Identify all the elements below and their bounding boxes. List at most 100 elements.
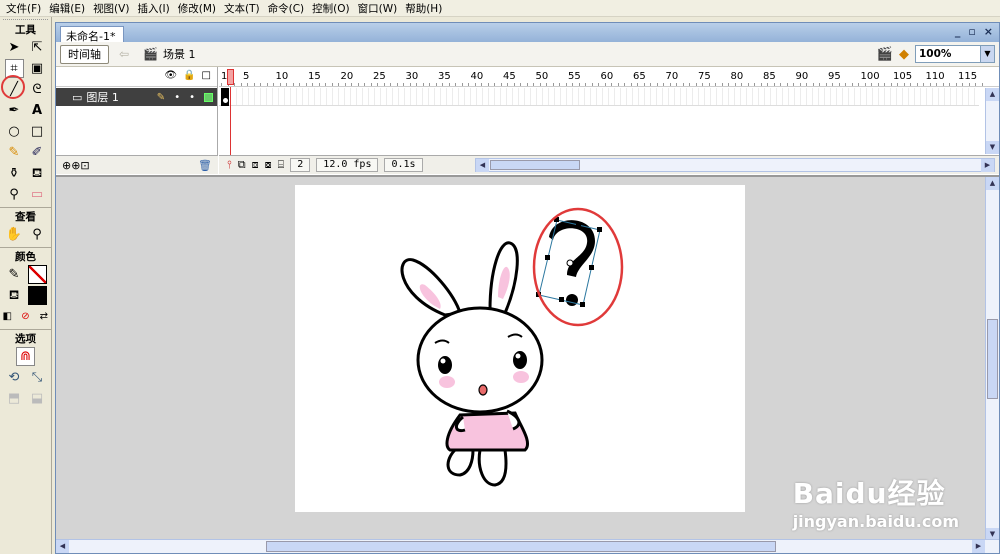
oval-tool-icon[interactable]: ○ xyxy=(5,122,24,141)
view-title: 查看 xyxy=(15,211,36,223)
question-dot xyxy=(566,294,578,306)
brush-tool-icon[interactable]: ✐ xyxy=(28,143,47,162)
lock-dot-icon[interactable]: • xyxy=(189,92,195,103)
scroll-thumb[interactable] xyxy=(266,541,776,552)
transform-handle xyxy=(580,302,585,307)
eraser-icon[interactable]: ▭ xyxy=(28,185,47,204)
timeline-vertical-scrollbar[interactable]: ▲ ▼ xyxy=(985,88,999,154)
chevron-down-icon[interactable]: ▼ xyxy=(980,46,994,62)
menu-file[interactable]: 文件(F) xyxy=(2,1,45,16)
timeline-toggle-button[interactable]: 时间轴 xyxy=(60,44,109,64)
left-cheek xyxy=(439,376,455,388)
back-arrow-icon[interactable]: ⇦ xyxy=(119,47,129,61)
envelope-icon[interactable]: ⬓ xyxy=(28,389,47,408)
edit-multiple-icon[interactable]: ⧇ xyxy=(265,158,272,172)
keyframe[interactable] xyxy=(221,88,229,106)
trash-icon[interactable]: 🗑 xyxy=(198,159,212,172)
menu-insert[interactable]: 插入(I) xyxy=(133,1,173,16)
edit-scene-icon[interactable]: 🎬 xyxy=(877,47,893,62)
onion-markers-icon[interactable]: ⌸ xyxy=(278,158,285,172)
rectangle-tool-icon[interactable]: □ xyxy=(28,122,47,141)
ruler-number: 25 xyxy=(373,71,386,82)
playhead[interactable] xyxy=(227,69,234,85)
pencil-tool-icon[interactable]: ✎ xyxy=(5,143,24,162)
mouth xyxy=(478,384,488,396)
ink-bottle-icon[interactable]: ⚱ xyxy=(5,164,24,183)
scene-label[interactable]: 场景 1 xyxy=(163,46,196,62)
ruler-tick xyxy=(656,83,658,86)
stage-vertical-scrollbar[interactable]: ▲ ▼ xyxy=(985,177,999,541)
close-button[interactable]: × xyxy=(984,25,993,38)
scroll-thumb[interactable] xyxy=(987,319,998,399)
restore-button[interactable]: ▫ xyxy=(968,25,975,38)
distort-icon[interactable]: ⬒ xyxy=(5,389,24,408)
stroke-color-icon[interactable]: ✎ xyxy=(5,265,24,284)
zoom-tool-icon[interactable]: ⚲ xyxy=(28,225,47,244)
fill-color-icon[interactable]: ⛾ xyxy=(5,286,24,305)
scroll-up-arrow[interactable]: ▲ xyxy=(986,88,999,101)
menu-edit[interactable]: 编辑(E) xyxy=(45,1,89,16)
rotate-skew-icon[interactable]: ⟲ xyxy=(5,368,24,387)
frame-row[interactable] xyxy=(219,88,979,106)
scroll-up-arrow[interactable]: ▲ xyxy=(986,177,999,190)
stroke-swatch[interactable] xyxy=(27,265,47,284)
ruler-tick xyxy=(331,83,333,86)
menu-window[interactable]: 窗口(W) xyxy=(354,1,402,16)
document-tab[interactable]: 未命名-1* xyxy=(60,26,125,43)
timeline-horizontal-scrollbar[interactable]: ◀ ▶ xyxy=(475,158,995,172)
menu-commands[interactable]: 命令(C) xyxy=(264,1,309,16)
ruler-tick xyxy=(403,83,404,86)
menu-modify[interactable]: 修改(M) xyxy=(174,1,220,16)
stage-canvas[interactable] xyxy=(295,185,745,512)
zoom-select[interactable]: 100% ▼ xyxy=(915,45,995,63)
stage-horizontal-scrollbar[interactable]: ◀ ▶ xyxy=(56,539,999,553)
menu-help[interactable]: 帮助(H) xyxy=(401,1,446,16)
current-frame: 2 xyxy=(290,158,311,172)
gradient-transform-icon[interactable]: ▣ xyxy=(28,59,47,78)
scroll-right-arrow[interactable]: ▶ xyxy=(972,540,985,553)
eyedropper-icon[interactable]: ⚲ xyxy=(5,185,24,204)
menubar: 文件(F) 编辑(E) 视图(V) 插入(I) 修改(M) 文本(T) 命令(C… xyxy=(0,0,1000,17)
ruler-tick xyxy=(962,83,963,86)
default-colors-icon[interactable]: ◧ xyxy=(0,307,14,326)
menu-text[interactable]: 文本(T) xyxy=(220,1,264,16)
lasso-tool-icon[interactable]: ᘓ xyxy=(28,80,47,99)
ruler-tick xyxy=(721,83,723,86)
text-tool-icon[interactable]: A xyxy=(28,101,47,120)
outline-icon[interactable]: □ xyxy=(202,70,211,81)
pen-tool-icon[interactable]: ✒ xyxy=(5,101,24,120)
layers-pane: 👁 🔒 □ ▭ 图层 1 ✎ • • ⊕⊕⊡ 🗑 xyxy=(56,67,218,174)
scroll-thumb[interactable] xyxy=(490,160,580,170)
lock-icon[interactable]: 🔒 xyxy=(183,70,195,81)
menu-control[interactable]: 控制(O) xyxy=(308,1,353,16)
layer-name[interactable]: 图层 1 xyxy=(86,89,119,105)
scale-icon[interactable]: ⤡ xyxy=(28,368,47,387)
frame-ruler[interactable]: 1 5 10 15 20 25 30 35 40 45 50 55 60 65 70 75 80 85 90 95 10… xyxy=(219,67,999,87)
left-ear xyxy=(400,258,462,317)
fill-swatch[interactable] xyxy=(27,286,47,305)
selection-arrow-icon[interactable]: ➤ xyxy=(5,38,24,57)
center-frame-icon[interactable]: ⫯ xyxy=(227,158,232,172)
divider xyxy=(0,207,51,208)
menu-view[interactable]: 视图(V) xyxy=(89,1,133,16)
snap-magnet-icon[interactable]: ⋒ xyxy=(16,347,35,366)
scroll-left-arrow[interactable]: ◀ xyxy=(476,159,489,172)
hand-tool-icon[interactable]: ✋ xyxy=(5,225,24,244)
onion-skin-icon[interactable]: ⧉ xyxy=(238,158,246,172)
onion-outline-icon[interactable]: ⧈ xyxy=(252,158,259,172)
scroll-right-arrow[interactable]: ▶ xyxy=(981,159,994,172)
visibility-dot-icon[interactable]: • xyxy=(174,92,180,103)
paint-bucket-icon[interactable]: ⛾ xyxy=(28,164,47,183)
outline-color-box[interactable] xyxy=(204,92,213,102)
eye-icon[interactable]: 👁 xyxy=(164,70,177,81)
scroll-down-arrow[interactable]: ▼ xyxy=(986,141,999,154)
scroll-left-arrow[interactable]: ◀ xyxy=(56,540,69,553)
minimize-button[interactable]: _ xyxy=(955,25,961,38)
swap-colors-icon[interactable]: ⇄ xyxy=(37,307,51,326)
edit-symbol-icon[interactable]: ◆ xyxy=(899,47,909,62)
frame-rate[interactable]: 12.0 fps xyxy=(316,158,379,172)
add-layer-icons[interactable]: ⊕⊕⊡ xyxy=(62,159,90,172)
layer-row[interactable]: ▭ 图层 1 ✎ • • xyxy=(56,88,217,106)
subselection-arrow-icon[interactable]: ⇱ xyxy=(28,38,47,57)
no-color-icon[interactable]: ⊘ xyxy=(18,307,32,326)
